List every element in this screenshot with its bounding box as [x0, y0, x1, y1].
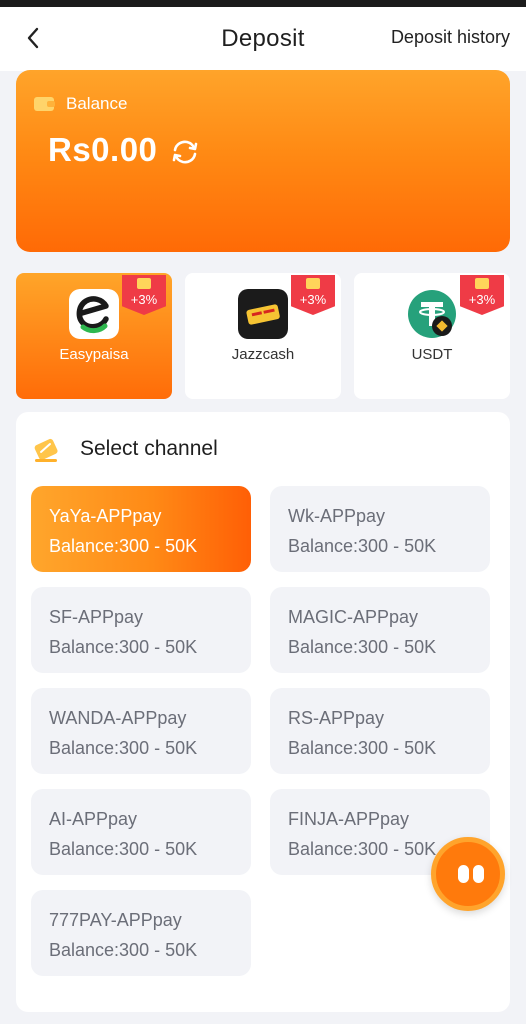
select-channel-title: Select channel	[80, 437, 218, 460]
assistant-icon	[458, 865, 469, 883]
channel-name: AI-APPpay	[49, 809, 138, 829]
channel-option[interactable]: AI-APPpay Balance:300 - 50K	[31, 789, 251, 875]
balance-label-row: Balance	[34, 94, 127, 114]
method-name: USDT	[411, 346, 453, 363]
balance-amount: Rs0.00	[48, 131, 158, 168]
method-usdt[interactable]: USDT +3%	[354, 273, 510, 399]
channel-option[interactable]: WANDA-APPpay Balance:300 - 50K	[31, 688, 251, 774]
channel-name: 777PAY-APPpay	[49, 910, 182, 930]
wallet-icon	[34, 97, 55, 111]
channel-option[interactable]: Wk-APPpay Balance:300 - 50K	[270, 486, 490, 572]
channel-balance: Balance:300 - 50K	[288, 738, 437, 758]
balance-card: Balance Rs0.00	[16, 70, 510, 252]
gift-icon	[475, 278, 489, 289]
channel-balance: Balance:300 - 50K	[49, 637, 198, 657]
bonus-text: +3%	[468, 292, 496, 307]
page-title: Deposit	[221, 25, 305, 52]
channel-option[interactable]: RS-APPpay Balance:300 - 50K	[270, 688, 490, 774]
gift-icon	[306, 278, 320, 289]
channel-balance: Balance:300 - 50K	[288, 536, 437, 556]
method-easypaisa[interactable]: Easypaisa +3%	[16, 273, 172, 399]
channel-balance: Balance:300 - 50K	[49, 536, 198, 556]
ticket-icon	[34, 438, 58, 462]
channel-panel: Select channel YaYa-APPpay Balance:300 -…	[16, 412, 510, 1012]
refresh-icon	[172, 140, 198, 164]
top-header: Deposit Deposit history	[0, 7, 526, 71]
channel-name: MAGIC-APPpay	[288, 607, 419, 627]
method-jazzcash[interactable]: Jazzcash +3%	[185, 273, 341, 399]
method-name: Easypaisa	[59, 346, 129, 363]
method-name: Jazzcash	[231, 346, 295, 363]
status-bar-edge	[0, 0, 526, 7]
payment-method-list: Easypaisa +3% Jazzcash +3% USDT +3%	[16, 273, 510, 399]
bonus-text: +3%	[130, 292, 158, 307]
bonus-badge: +3%	[460, 275, 504, 315]
channel-option[interactable]: 777PAY-APPpay Balance:300 - 50K	[31, 890, 251, 976]
channel-name: WANDA-APPpay	[49, 708, 187, 728]
channel-name: FINJA-APPpay	[288, 809, 410, 829]
channel-name: SF-APPpay	[49, 607, 144, 627]
channel-name: RS-APPpay	[288, 708, 385, 728]
back-button[interactable]	[18, 23, 48, 53]
chevron-left-icon	[27, 27, 39, 49]
channel-option[interactable]: SF-APPpay Balance:300 - 50K	[31, 587, 251, 673]
usdt-logo-icon	[408, 290, 456, 338]
channel-option[interactable]: MAGIC-APPpay Balance:300 - 50K	[270, 587, 490, 673]
channel-balance: Balance:300 - 50K	[49, 940, 198, 960]
channel-balance: Balance:300 - 50K	[49, 839, 198, 859]
assistant-icon-eye	[473, 865, 484, 883]
channel-option[interactable]: YaYa-APPpay Balance:300 - 50K	[31, 486, 251, 572]
deposit-history-link[interactable]: Deposit history	[391, 27, 510, 48]
jazzcash-logo-icon	[238, 289, 288, 339]
easypaisa-logo-icon	[69, 289, 119, 339]
bonus-badge: +3%	[291, 275, 335, 315]
gift-icon	[137, 278, 151, 289]
channel-balance: Balance:300 - 50K	[49, 738, 198, 758]
channel-name: YaYa-APPpay	[49, 506, 162, 526]
floating-assistant-button[interactable]	[431, 837, 505, 911]
refresh-balance-button[interactable]	[168, 136, 202, 168]
select-channel-header: Select channel	[32, 434, 218, 464]
bonus-badge: +3%	[122, 275, 166, 315]
channel-name: Wk-APPpay	[288, 506, 386, 526]
channel-balance: Balance:300 - 50K	[288, 637, 437, 657]
bonus-text: +3%	[299, 292, 327, 307]
balance-label: Balance	[66, 94, 128, 113]
